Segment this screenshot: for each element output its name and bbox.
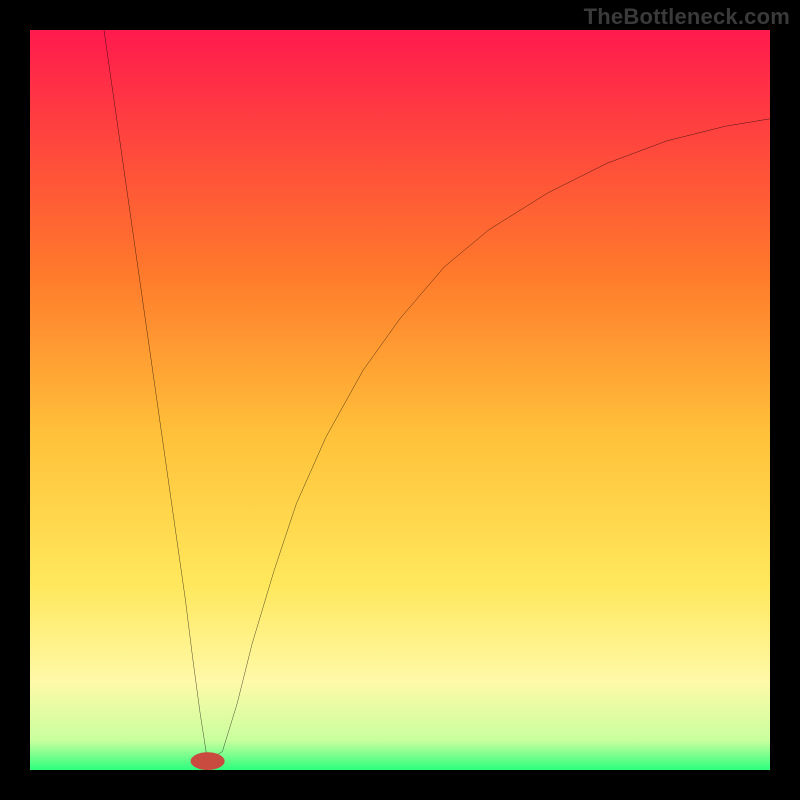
marker-dot [191,752,225,770]
chart-plot [30,30,770,770]
chart-background [30,30,770,770]
watermark-text: TheBottleneck.com [584,4,790,30]
chart-frame: TheBottleneck.com [0,0,800,800]
